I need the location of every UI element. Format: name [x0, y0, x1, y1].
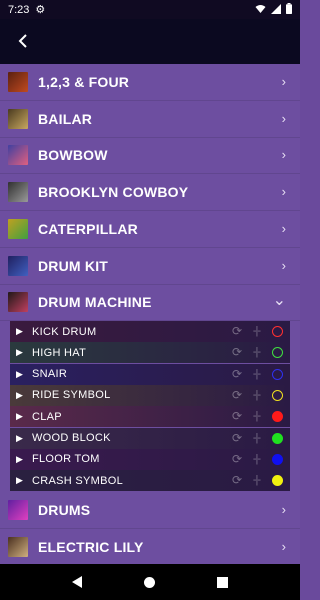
color-dot-icon[interactable]: [272, 475, 283, 487]
nav-back-icon[interactable]: [72, 576, 82, 588]
song-list-item[interactable]: ELECTRIC LILY ›: [0, 529, 300, 566]
chevron-right-icon[interactable]: ›: [282, 111, 286, 126]
song-title: DRUMS: [38, 502, 91, 518]
song-list-item[interactable]: 1,2,3 & FOUR ›: [0, 64, 300, 101]
color-dot-icon[interactable]: [272, 326, 283, 337]
song-title: BOWBOW: [38, 147, 108, 164]
drum-sound-row[interactable]: ▶ HIGH HAT ⟳ -|-: [10, 342, 290, 364]
color-dot-icon[interactable]: [272, 432, 283, 444]
loop-icon[interactable]: ⟳: [232, 367, 242, 381]
loop-icon[interactable]: ⟳: [232, 473, 242, 487]
drum-sound-label: SNAIR: [32, 368, 68, 381]
drum-sound-row[interactable]: ▶ CLAP ⟳ -|-: [10, 406, 290, 428]
nav-recents-icon[interactable]: [217, 576, 228, 588]
color-dot-icon[interactable]: [272, 389, 283, 401]
chevron-right-icon[interactable]: ›: [282, 221, 286, 236]
chevron-right-icon[interactable]: ›: [282, 74, 286, 89]
drum-sound-row[interactable]: ▶ KICK DRUM ⟳ -|-: [10, 321, 290, 342]
song-title: DRUM KIT: [38, 257, 109, 274]
drum-sound-label: HIGH HAT: [32, 346, 87, 359]
drum-sound-label: CLAP: [32, 410, 62, 423]
loop-icon[interactable]: ⟳: [232, 452, 242, 466]
drum-sound-label: FLOOR TOM: [32, 453, 100, 466]
settings-gear-icon: ⚙: [35, 4, 46, 16]
song-title: DRUM MACHINE: [38, 294, 152, 311]
back-arrow-icon[interactable]: [14, 30, 34, 52]
song-title: ELECTRIC LILY: [38, 538, 144, 555]
song-list-item[interactable]: BAILAR ›: [0, 101, 300, 138]
play-icon[interactable]: ▶: [16, 454, 28, 465]
song-thumbnail: [8, 72, 28, 92]
app-bar: [0, 19, 300, 64]
chevron-right-icon[interactable]: ›: [282, 539, 286, 554]
color-dot-icon[interactable]: [272, 368, 283, 380]
play-icon[interactable]: ▶: [16, 411, 28, 422]
color-dot-icon[interactable]: [272, 411, 283, 423]
song-title: 1,2,3 & FOUR: [38, 74, 130, 90]
play-icon[interactable]: ▶: [16, 369, 28, 380]
song-list-item[interactable]: DRUM KIT ›: [0, 248, 300, 285]
song-title: CATERPILLAR: [38, 220, 138, 237]
song-list-item[interactable]: BROOKLYN COWBOY ›: [0, 174, 300, 212]
split-icon[interactable]: -|-: [253, 346, 261, 358]
loop-icon[interactable]: ⟳: [232, 324, 242, 338]
drum-sound-row[interactable]: ▶ FLOOR TOM ⟳ -|-: [10, 448, 290, 470]
song-thumbnail: [8, 536, 28, 557]
chevron-down-icon[interactable]: ⌄: [273, 290, 286, 310]
chevron-right-icon[interactable]: ›: [282, 184, 286, 199]
split-icon[interactable]: -|-: [253, 410, 261, 422]
cellular-signal-icon: [271, 3, 281, 14]
song-list-item[interactable]: BOWBOW ›: [0, 137, 300, 175]
play-icon[interactable]: ▶: [16, 390, 28, 401]
system-navigation-bar: [0, 564, 300, 600]
split-icon[interactable]: -|-: [253, 368, 261, 380]
play-icon[interactable]: ▶: [16, 475, 28, 486]
drum-sound-label: WOOD BLOCK: [32, 432, 111, 444]
split-icon[interactable]: -|-: [253, 432, 261, 444]
song-thumbnail: [8, 218, 28, 239]
song-title: BROOKLYN COWBOY: [38, 184, 189, 201]
drum-sound-row[interactable]: ▶ CRASH SYMBOL ⟳ -|-: [10, 470, 290, 492]
song-thumbnail: [8, 500, 28, 520]
song-thumbnail: [8, 182, 28, 203]
drum-sound-label: RIDE SYMBOL: [32, 389, 111, 402]
song-list-item[interactable]: DRUMS ›: [0, 492, 300, 529]
split-icon[interactable]: -|-: [253, 389, 261, 401]
song-list-item[interactable]: CATERPILLAR ›: [0, 211, 300, 248]
play-icon[interactable]: ▶: [16, 347, 28, 358]
split-icon[interactable]: -|-: [253, 453, 261, 465]
split-icon[interactable]: -|-: [253, 474, 261, 486]
song-thumbnail: [8, 292, 28, 313]
play-icon[interactable]: ▶: [16, 433, 28, 444]
song-list-item[interactable]: DRUM MACHINE ⌄: [0, 284, 300, 322]
loop-icon[interactable]: ⟳: [232, 431, 242, 445]
drum-sound-label: CRASH SYMBOL: [32, 474, 124, 487]
song-title: BAILAR: [38, 110, 93, 127]
drum-sound-row[interactable]: ▶ SNAIR ⟳ -|-: [10, 363, 290, 385]
loop-icon[interactable]: ⟳: [232, 345, 242, 359]
loop-icon[interactable]: ⟳: [232, 388, 242, 402]
nav-home-icon[interactable]: [144, 576, 155, 588]
drum-sound-row[interactable]: ▶ RIDE SYMBOL ⟳ -|-: [10, 384, 290, 406]
color-dot-icon[interactable]: [272, 347, 283, 359]
color-dot-icon[interactable]: [272, 453, 283, 465]
play-icon[interactable]: ▶: [16, 326, 28, 337]
split-icon[interactable]: -|-: [253, 325, 261, 337]
chevron-right-icon[interactable]: ›: [282, 147, 286, 162]
song-thumbnail: [8, 145, 28, 166]
chevron-right-icon[interactable]: ›: [282, 502, 286, 517]
song-thumbnail: [8, 108, 28, 129]
status-time: 7:23: [8, 3, 30, 16]
song-thumbnail: [8, 255, 28, 276]
song-list: 1,2,3 & FOUR › BAILAR › BOWBOW › BROOKLYN COWB…: [0, 64, 300, 566]
drum-sound-label: KICK DRUM: [32, 325, 97, 338]
status-bar: 7:23 ⚙: [0, 0, 300, 19]
loop-icon[interactable]: ⟳: [232, 409, 242, 423]
battery-icon: [286, 3, 292, 14]
drum-sound-row[interactable]: ▶ WOOD BLOCK ⟳ -|-: [10, 427, 290, 449]
wifi-icon: [255, 4, 266, 13]
chevron-right-icon[interactable]: ›: [282, 258, 286, 273]
